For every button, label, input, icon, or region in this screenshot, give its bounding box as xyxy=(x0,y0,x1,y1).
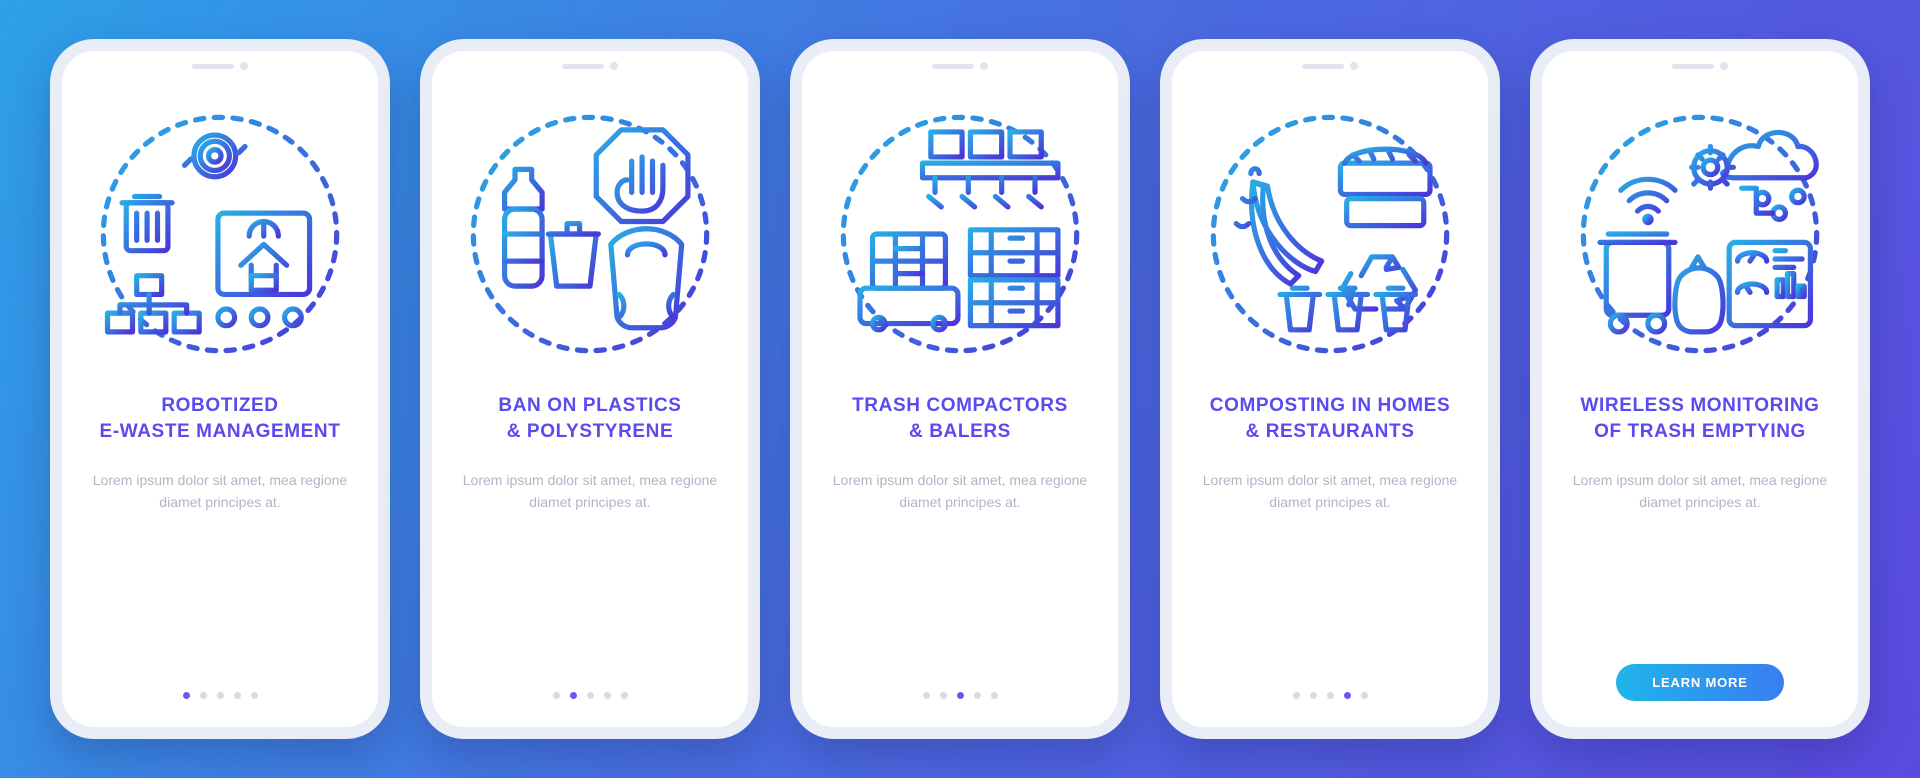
compactors-icon xyxy=(835,109,1085,359)
onboarding-screen-3: TRASH COMPACTORS & BALERS Lorem ipsum do… xyxy=(790,39,1130,739)
phone-notch xyxy=(1295,61,1365,71)
screen-body: Lorem ipsum dolor sit amet, mea regione … xyxy=(1566,470,1834,513)
pagination-dots[interactable] xyxy=(183,692,258,699)
onboarding-screen-4: COMPOSTING IN HOMES & RESTAURANTS Lorem … xyxy=(1160,39,1500,739)
title-line-1: WIRELESS MONITORING xyxy=(1580,395,1819,416)
title-line-1: ROBOTIZED xyxy=(161,395,278,416)
title-line-2: & POLYSTYRENE xyxy=(507,421,674,442)
ban-plastics-icon xyxy=(465,109,715,359)
title-line-1: BAN ON PLASTICS xyxy=(498,395,681,416)
screen-body: Lorem ipsum dolor sit amet, mea regione … xyxy=(86,470,354,513)
title-line-2: OF TRASH EMPTYING xyxy=(1594,421,1806,442)
title-line-1: COMPOSTING IN HOMES xyxy=(1210,395,1450,416)
phone-notch xyxy=(555,61,625,71)
pagination-dots[interactable] xyxy=(923,692,998,699)
pagination-dots[interactable] xyxy=(553,692,628,699)
title-line-1: TRASH COMPACTORS xyxy=(852,395,1068,416)
screen-title: ROBOTIZED E-WASTE MANAGEMENT xyxy=(100,393,341,444)
screen-body: Lorem ipsum dolor sit amet, mea regione … xyxy=(1196,470,1464,513)
wireless-monitoring-icon xyxy=(1575,109,1825,359)
onboarding-screen-5: WIRELESS MONITORING OF TRASH EMPTYING Lo… xyxy=(1530,39,1870,739)
screen-body: Lorem ipsum dolor sit amet, mea regione … xyxy=(826,470,1094,513)
phone-notch xyxy=(1665,61,1735,71)
onboarding-screen-1: ROBOTIZED E-WASTE MANAGEMENT Lorem ipsum… xyxy=(50,39,390,739)
learn-more-button[interactable]: LEARN MORE xyxy=(1616,664,1783,701)
robot-ewaste-icon xyxy=(95,109,345,359)
title-line-2: & RESTAURANTS xyxy=(1246,421,1415,442)
screen-title: TRASH COMPACTORS & BALERS xyxy=(852,393,1068,444)
screen-body: Lorem ipsum dolor sit amet, mea regione … xyxy=(456,470,724,513)
screen-title: WIRELESS MONITORING OF TRASH EMPTYING xyxy=(1580,393,1819,444)
phone-notch xyxy=(185,61,255,71)
onboarding-screen-2: BAN ON PLASTICS & POLYSTYRENE Lorem ipsu… xyxy=(420,39,760,739)
composting-icon xyxy=(1205,109,1455,359)
title-line-2: & BALERS xyxy=(909,421,1011,442)
screen-title: COMPOSTING IN HOMES & RESTAURANTS xyxy=(1210,393,1450,444)
title-line-2: E-WASTE MANAGEMENT xyxy=(100,421,341,442)
phone-notch xyxy=(925,61,995,71)
screen-title: BAN ON PLASTICS & POLYSTYRENE xyxy=(498,393,681,444)
pagination-dots[interactable] xyxy=(1293,692,1368,699)
